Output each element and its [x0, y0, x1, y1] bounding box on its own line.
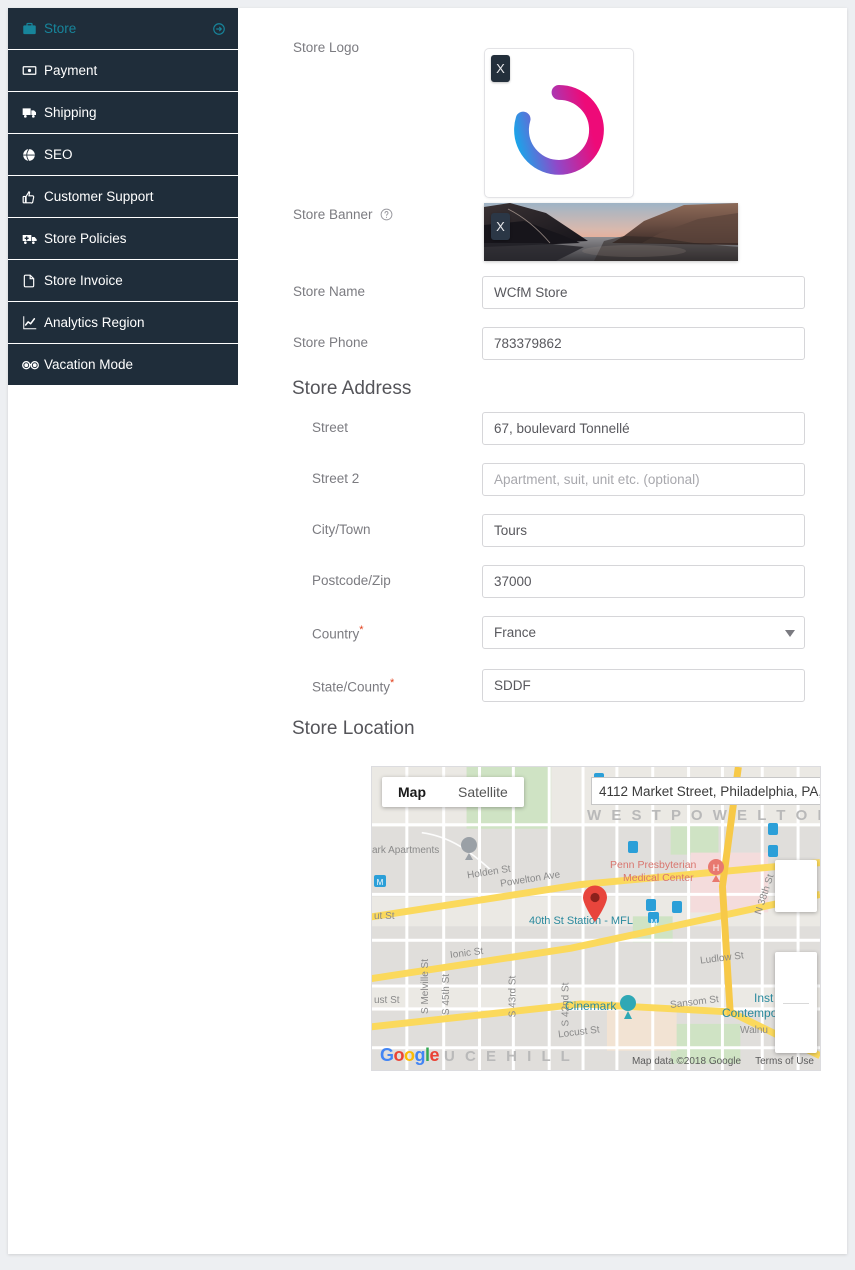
country-label-text: Country [312, 627, 359, 642]
google-logo: Google [380, 1045, 439, 1066]
postcode-input[interactable] [482, 565, 805, 598]
google-logo-letter: o [404, 1045, 415, 1065]
street-label: Street [312, 420, 348, 435]
store-location-pin[interactable] [582, 885, 608, 923]
arrow-circle-right-icon[interactable] [212, 22, 226, 36]
google-logo-letter: g [415, 1045, 426, 1065]
state-input[interactable] [482, 669, 805, 702]
sidebar-item-seo[interactable]: SEO [8, 134, 238, 176]
store-banner-thumbnail[interactable]: X [484, 203, 738, 261]
google-logo-letter: e [430, 1045, 440, 1065]
store-banner-label-text: Store Banner [293, 207, 373, 222]
google-logo-letter: o [394, 1045, 405, 1065]
country-select[interactable] [482, 616, 805, 649]
sidebar-item-label: Shipping [44, 105, 97, 120]
google-logo-letter: G [380, 1045, 394, 1065]
sidebar-item-label: Vacation Mode [44, 357, 133, 372]
map-attribution: Map data ©2018 Google Terms of Use [632, 1056, 814, 1067]
sidebar-item-label: Analytics Region [44, 315, 145, 330]
map-control-top[interactable] [775, 860, 817, 912]
map-address-search-input[interactable] [591, 777, 821, 805]
map-type-map-button[interactable]: Map [382, 777, 442, 807]
country-select-wrap [482, 616, 805, 649]
sidebar-item-shipping[interactable]: Shipping [8, 92, 238, 134]
sidebar-item-vacation-mode[interactable]: Vacation Mode [8, 344, 238, 386]
city-input[interactable] [482, 514, 805, 547]
store-logo-label: Store Logo [293, 40, 359, 55]
truck-icon [22, 105, 44, 121]
store-settings-form: Store Logo X [238, 8, 847, 1254]
store-location-map-row: W E S T P O W E L T O N U C E H I L L ar… [238, 766, 847, 1076]
map-type-control: Map Satellite [382, 777, 524, 807]
sidebar-item-store-invoice[interactable]: Store Invoice [8, 260, 238, 302]
banner-image [484, 203, 738, 261]
sidebar-item-analytics-region[interactable]: Analytics Region [8, 302, 238, 344]
briefcase-icon [22, 21, 44, 36]
money-icon [22, 63, 44, 78]
chart-line-icon [22, 315, 44, 330]
sidebar-item-label: Store [44, 21, 76, 36]
map-zoom-control[interactable] [775, 952, 817, 1053]
sidebar-item-label: SEO [44, 147, 73, 162]
ambulance-icon [22, 231, 44, 247]
street-input[interactable] [482, 412, 805, 445]
sidebar-item-label: Customer Support [44, 189, 154, 204]
thumbs-up-icon [22, 190, 44, 204]
map-type-satellite-button[interactable]: Satellite [442, 777, 524, 807]
settings-page-card: Store Payment [8, 8, 847, 1254]
remove-logo-badge[interactable]: X [491, 55, 510, 82]
store-phone-input[interactable] [482, 327, 805, 360]
store-address-heading: Store Address [292, 378, 411, 400]
remove-banner-badge[interactable]: X [491, 213, 510, 240]
question-circle-icon[interactable] [380, 208, 393, 224]
city-label: City/Town [312, 522, 371, 537]
globe-icon [22, 148, 44, 162]
file-pdf-icon [22, 274, 44, 288]
store-location-heading: Store Location [292, 718, 415, 740]
store-banner-label: Store Banner [293, 207, 393, 224]
store-logo-thumbnail[interactable]: X [484, 48, 634, 198]
sidebar-item-customer-support[interactable]: Customer Support [8, 176, 238, 218]
street2-label: Street 2 [312, 471, 359, 486]
required-marker: * [359, 624, 363, 636]
postcode-label: Postcode/Zip [312, 573, 391, 588]
sidebar-item-label: Payment [44, 63, 97, 78]
country-label: Country* [312, 624, 364, 642]
sidebar-item-payment[interactable]: Payment [8, 50, 238, 92]
svg-text:M: M [377, 878, 384, 887]
google-map[interactable]: W E S T P O W E L T O N U C E H I L L ar… [371, 766, 821, 1071]
map-data-credit: Map data ©2018 Google [632, 1056, 741, 1067]
sidebar-item-label: Store Invoice [44, 273, 123, 288]
terms-of-use-link[interactable]: Terms of Use [755, 1056, 814, 1067]
sidebar-item-label: Store Policies [44, 231, 127, 246]
store-name-input[interactable] [482, 276, 805, 309]
binoculars-icon [22, 358, 44, 371]
state-label: State/County* [312, 677, 394, 695]
store-name-label: Store Name [293, 284, 365, 299]
store-logo-row: Store Logo X [238, 28, 847, 188]
svg-text:H: H [713, 863, 720, 873]
svg-text:M: M [651, 918, 658, 927]
store-phone-label: Store Phone [293, 335, 368, 350]
sidebar-item-store-policies[interactable]: Store Policies [8, 218, 238, 260]
settings-sidebar: Store Payment [8, 8, 238, 386]
store-banner-row: Store Banner [238, 203, 847, 263]
sidebar-item-store[interactable]: Store [8, 8, 238, 50]
street2-input[interactable] [482, 463, 805, 496]
required-marker: * [390, 677, 394, 689]
state-label-text: State/County [312, 680, 390, 695]
